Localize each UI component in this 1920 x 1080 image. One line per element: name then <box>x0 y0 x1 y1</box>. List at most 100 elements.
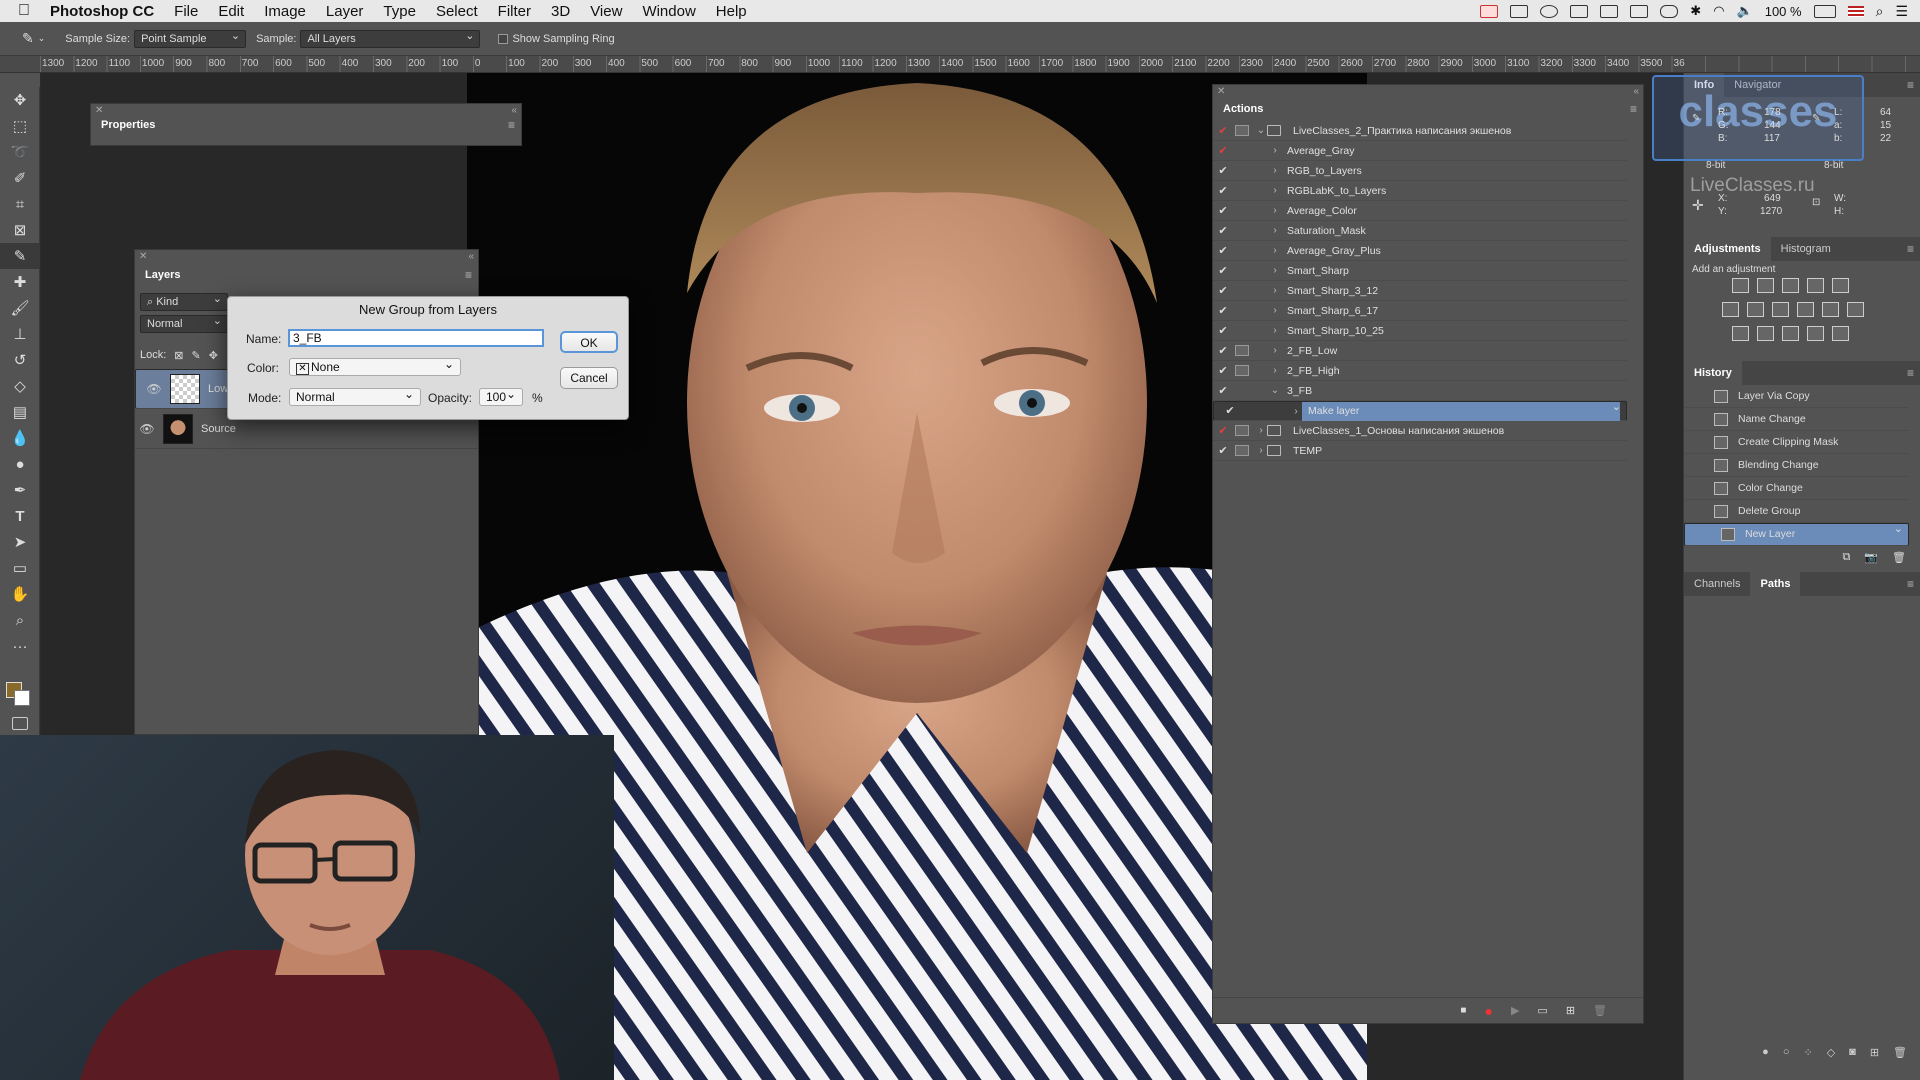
vibrance-icon[interactable] <box>1832 278 1849 293</box>
tab-layers[interactable]: Layers <box>135 263 191 287</box>
lasso-tool-icon[interactable]: ➰ <box>0 139 40 165</box>
close-icon[interactable]: ✕ <box>139 251 147 262</box>
panel-menu-icon[interactable]: ≡ <box>508 118 515 132</box>
action-row[interactable]: ✔ › RGB_to_Layers <box>1213 161 1627 181</box>
toggle-dialog-icon[interactable] <box>1235 325 1249 336</box>
chevron-right-icon[interactable]: › <box>1269 365 1281 376</box>
bluetooth-icon[interactable]: ✱ <box>1690 3 1701 19</box>
trash-icon[interactable]: 🗑 <box>1593 1004 1607 1017</box>
notification-center-icon[interactable]: ☰ <box>1895 3 1908 20</box>
tab-actions[interactable]: Actions <box>1213 97 1274 121</box>
action-row[interactable]: ✔ › TEMP <box>1213 441 1627 461</box>
toggle-item-checkmark-icon[interactable]: ✔ <box>1213 244 1233 257</box>
toggle-dialog-icon[interactable] <box>1235 145 1249 156</box>
volume-icon[interactable]: 🔈 <box>1737 3 1753 19</box>
record-icon[interactable]: ● <box>1484 1003 1492 1019</box>
toggle-item-checkmark-icon[interactable]: ✔ <box>1213 224 1233 237</box>
action-row[interactable]: ✔ ⌄ LiveClasses_2_Практика написания экшен… <box>1213 121 1627 141</box>
dropbox-icon[interactable] <box>1600 4 1619 18</box>
menu-window[interactable]: Window <box>642 3 695 20</box>
toggle-dialog-icon[interactable] <box>1235 125 1249 136</box>
lock-pixels-icon[interactable]: ✎ <box>192 349 201 362</box>
action-row[interactable]: ✔ › Smart_Sharp_10_25 <box>1213 321 1627 341</box>
play-icon[interactable]: ▶ <box>1511 1004 1519 1017</box>
toggle-dialog-icon[interactable] <box>1235 185 1249 196</box>
history-state-row[interactable]: Layer Via Copy <box>1684 385 1909 408</box>
toggle-item-checkmark-icon[interactable]: ✔ <box>1213 184 1233 197</box>
menu-layer[interactable]: Layer <box>326 3 364 20</box>
new-document-from-state-icon[interactable]: ⧉ <box>1842 551 1850 564</box>
history-state-row[interactable]: Name Change <box>1684 408 1909 431</box>
color-balance-icon[interactable] <box>1747 302 1764 317</box>
mode-select[interactable]: Normal <box>289 386 421 406</box>
collapse-icon[interactable]: « <box>1633 86 1639 97</box>
toggle-item-checkmark-icon[interactable]: ✔ <box>1213 204 1233 217</box>
toggle-dialog-icon[interactable] <box>1235 225 1249 236</box>
tool-preset-dropdown-icon[interactable]: ⌄ <box>38 33 46 44</box>
gradient-tool-icon[interactable]: ▤ <box>0 399 40 425</box>
make-work-path-icon[interactable]: ◇ <box>1827 1046 1835 1059</box>
action-row[interactable]: ✔ ⌄ 3_FB <box>1213 381 1627 401</box>
tab-adjustments[interactable]: Adjustments <box>1684 237 1771 261</box>
brightness-contrast-icon[interactable] <box>1732 278 1749 293</box>
move-tool-icon[interactable]: ✥ <box>0 87 40 113</box>
opacity-input[interactable]: 100 <box>479 386 523 406</box>
toggle-dialog-icon[interactable] <box>1235 425 1249 436</box>
curves-icon[interactable] <box>1782 278 1799 293</box>
chevron-right-icon[interactable]: › <box>1269 225 1281 236</box>
action-row[interactable]: ✔ › 2_FB_Low <box>1213 341 1627 361</box>
chevron-right-icon[interactable]: › <box>1269 205 1281 216</box>
visibility-eye-icon[interactable]: 👁 <box>135 422 159 436</box>
posterize-icon[interactable] <box>1757 326 1774 341</box>
healing-brush-tool-icon[interactable]: ✚ <box>0 269 40 295</box>
chevron-right-icon[interactable]: › <box>1269 285 1281 296</box>
action-row[interactable]: ✔ › Average_Color <box>1213 201 1627 221</box>
new-path-icon[interactable]: ⊞ <box>1870 1046 1879 1059</box>
toggle-item-checkmark-icon[interactable]: ✔ <box>1213 384 1233 397</box>
action-row[interactable]: ✔ › RGBLabK_to_Layers <box>1213 181 1627 201</box>
layer-name[interactable]: Low <box>208 382 228 397</box>
new-action-icon[interactable]: ⊞ <box>1566 1004 1575 1017</box>
quick-selection-tool-icon[interactable]: ✐ <box>0 165 40 191</box>
chevron-down-icon[interactable]: ⌄ <box>1269 385 1281 396</box>
color-select[interactable]: ✕ None <box>289 356 461 376</box>
color-lookup-icon[interactable] <box>1847 302 1864 317</box>
chevron-right-icon[interactable]: › <box>1290 404 1302 419</box>
flag-icon[interactable] <box>1847 5 1864 17</box>
chevron-right-icon[interactable]: › <box>1255 445 1267 456</box>
eyedropper-tool-icon[interactable]: ✎ <box>22 30 34 47</box>
screen-icon[interactable] <box>1510 4 1529 18</box>
quick-mask-icon[interactable] <box>12 717 28 730</box>
group-name-input[interactable]: 3_FB <box>288 329 544 347</box>
action-row[interactable]: ✔ › Average_Gray_Plus <box>1213 241 1627 261</box>
menu-app-name[interactable]: Photoshop CC <box>50 3 154 20</box>
battery-icon[interactable] <box>1813 4 1836 18</box>
history-state-row[interactable]: Blending Change <box>1684 454 1909 477</box>
history-state-row[interactable]: Create Clipping Mask <box>1684 431 1909 454</box>
toggle-item-checkmark-icon[interactable]: ✔ <box>1213 444 1233 457</box>
tab-properties[interactable]: Properties <box>91 113 166 137</box>
lock-transparency-icon[interactable]: ⊠ <box>174 349 183 362</box>
menu-file[interactable]: File <box>174 3 198 20</box>
stop-icon[interactable]: ■ <box>1460 1005 1466 1016</box>
visibility-eye-icon[interactable]: 👁 <box>142 382 166 397</box>
toggle-dialog-icon[interactable] <box>1235 385 1249 396</box>
fill-path-icon[interactable]: ● <box>1762 1046 1769 1058</box>
toggle-dialog-icon[interactable] <box>1235 265 1249 276</box>
menu-type[interactable]: Type <box>383 3 416 20</box>
chevron-right-icon[interactable]: › <box>1269 245 1281 256</box>
toggle-item-checkmark-icon[interactable]: ✔ <box>1220 404 1240 419</box>
eraser-tool-icon[interactable]: ◇ <box>0 373 40 399</box>
toggle-dialog-icon[interactable] <box>1235 285 1249 296</box>
chevron-right-icon[interactable]: › <box>1269 325 1281 336</box>
search-icon[interactable]: ⌕ <box>1876 3 1884 20</box>
tab-paths[interactable]: Paths <box>1750 572 1801 596</box>
toggle-dialog-icon[interactable] <box>1235 445 1249 456</box>
threshold-icon[interactable] <box>1782 326 1799 341</box>
rectangle-tool-icon[interactable]: ▭ <box>0 555 40 581</box>
action-row[interactable]: ✔ › Make layer <box>1213 400 1627 421</box>
ok-button[interactable]: OK <box>560 331 618 353</box>
history-state-row[interactable]: Delete Group <box>1684 500 1909 523</box>
toggle-dialog-icon[interactable] <box>1235 305 1249 316</box>
action-row[interactable]: ✔ › Smart_Sharp <box>1213 261 1627 281</box>
